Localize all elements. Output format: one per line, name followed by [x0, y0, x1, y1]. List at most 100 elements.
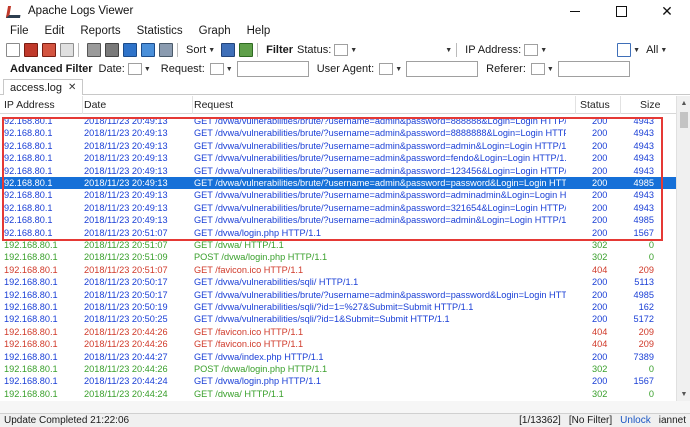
column-header-size[interactable]: Size [640, 96, 660, 114]
cell-ip: 192.168.80.1 [4, 314, 58, 325]
user-agent-filter-select[interactable]: ▼ [379, 62, 402, 76]
column-divider[interactable] [575, 96, 576, 114]
date-filter-box[interactable] [127, 63, 142, 75]
close-icon[interactable]: ✕ [68, 82, 76, 93]
print-icon[interactable] [60, 43, 74, 57]
refresh-icon[interactable] [123, 43, 137, 57]
menu-help[interactable]: Help [239, 22, 279, 41]
date-filter-select[interactable]: ▼ [127, 62, 151, 76]
ip-filter-box[interactable] [524, 44, 539, 56]
table-row[interactable]: 192.168.80.1 2018/11/23 20:50:17 GET /dvwa… [0, 276, 676, 288]
scroll-down-icon[interactable]: ▼ [677, 387, 690, 401]
table-row[interactable]: 192.168.80.1 2018/11/23 20:44:24 GET /dvwa… [0, 375, 676, 387]
table-row[interactable]: 192.168.80.1 2018/11/23 20:44:26 POST /dvw… [0, 363, 676, 375]
delete-icon[interactable] [42, 43, 56, 57]
chevron-down-icon[interactable]: ▼ [208, 47, 215, 54]
chevron-down-icon[interactable]: ▼ [144, 66, 151, 73]
request-filter-select[interactable]: ▼ [209, 62, 233, 76]
menu-file[interactable]: File [0, 22, 37, 41]
table-row[interactable]: 192.168.80.1 2018/11/23 20:44:24 GET /dvwa… [0, 388, 676, 400]
column-header-status[interactable]: Status [580, 96, 610, 114]
cell-size: 4985 [633, 215, 654, 226]
scrollbar-thumb[interactable] [680, 112, 688, 128]
column-header-date[interactable]: Date [84, 96, 106, 114]
user-agent-filter-label: User Agent: [316, 63, 375, 75]
chevron-down-icon[interactable]: ▼ [350, 47, 357, 54]
cell-status: 200 [592, 302, 608, 312]
unlock-link[interactable]: Unlock [620, 414, 651, 427]
table-row[interactable]: 92.168.80.1 2018/11/23 20:49:13 GET /dvwa/… [0, 127, 676, 139]
minimize-button[interactable] [552, 0, 598, 22]
tab-access-log[interactable]: access.log ✕ [3, 79, 84, 95]
table-row[interactable]: 92.168.80.1 2018/11/23 20:49:13 GET /dvwa/… [0, 214, 676, 226]
table-row[interactable]: 192.168.80.1 2018/11/23 20:51:09 POST /dvw… [0, 251, 676, 263]
export-icon[interactable] [159, 43, 173, 57]
table-row[interactable]: 92.168.80.1 2018/11/23 20:49:13 GET /dvwa/… [0, 165, 676, 177]
chevron-down-icon[interactable]: ▼ [660, 47, 667, 54]
chevron-down-icon[interactable]: ▼ [445, 47, 452, 54]
cell-status: 302 [592, 388, 608, 399]
column-divider[interactable] [620, 96, 621, 114]
table-row[interactable]: 192.168.80.1 2018/11/23 20:50:17 GET /dvwa… [0, 289, 676, 301]
table-row[interactable]: 92.168.80.1 2018/11/23 20:49:13 GET /dvwa/… [0, 202, 676, 214]
request-filter-input[interactable] [236, 61, 309, 77]
scroll-up-icon[interactable]: ▲ [677, 96, 690, 110]
cell-date: 2018/11/23 20:50:17 [84, 277, 168, 288]
table-row[interactable]: 92.168.80.1 2018/11/23 20:49:13 GET /dvwa/… [0, 152, 676, 164]
table-row[interactable]: 92.168.80.1 2018/11/23 20:51:07 GET /dvwa/… [0, 227, 676, 239]
column-divider[interactable] [192, 96, 193, 114]
cell-date: 2018/11/23 20:50:17 [84, 289, 168, 300]
cell-request: GET /dvwa/ HTTP/1.1 [194, 388, 284, 399]
chevron-down-icon[interactable]: ▼ [226, 66, 233, 73]
settings-icon[interactable] [87, 43, 101, 57]
chevron-down-icon[interactable]: ▼ [395, 66, 402, 73]
copy-icon[interactable] [141, 43, 155, 57]
filter-label: Filter [266, 44, 294, 56]
column-divider[interactable] [82, 96, 83, 114]
open-file-icon[interactable] [6, 43, 20, 57]
ip-filter-select[interactable]: ▼ [524, 43, 547, 57]
table-row[interactable]: 92.168.80.1 2018/11/23 20:49:13 GET /dvwa/… [0, 115, 676, 127]
menu-statistics[interactable]: Statistics [129, 22, 191, 41]
user-agent-filter-input[interactable] [406, 61, 479, 77]
request-filter-box[interactable] [209, 63, 224, 75]
user-agent-filter-box[interactable] [379, 63, 394, 75]
table-row[interactable]: 192.168.80.1 2018/11/23 20:51:07 GET /dvwa… [0, 239, 676, 251]
maximize-button[interactable] [598, 0, 644, 22]
cell-request: GET /dvwa/login.php HTTP/1.1 [194, 227, 321, 238]
referer-filter-box[interactable] [530, 63, 545, 75]
status-filter-box[interactable] [334, 44, 349, 56]
cell-ip: 92.168.80.1 [4, 202, 53, 213]
referer-filter-input[interactable] [557, 61, 630, 77]
menu-edit[interactable]: Edit [37, 22, 73, 41]
menu-graph[interactable]: Graph [191, 22, 239, 41]
status-filter-select[interactable]: ▼ [334, 43, 357, 57]
sort-label[interactable]: Sort [186, 44, 206, 56]
chevron-down-icon[interactable]: ▼ [547, 66, 554, 73]
tools-icon[interactable] [105, 43, 119, 57]
referer-filter-select[interactable]: ▼ [530, 62, 554, 76]
table-row[interactable]: 192.168.80.1 2018/11/23 20:44:27 GET /dvwa… [0, 351, 676, 363]
chevron-down-icon[interactable]: ▼ [633, 47, 640, 54]
table-row[interactable]: 192.168.80.1 2018/11/23 20:50:19 GET /dvwa… [0, 301, 676, 313]
table-row[interactable]: 192.168.80.1 2018/11/23 20:44:26 GET /favi… [0, 338, 676, 350]
bar-chart-icon[interactable] [221, 43, 236, 57]
save-icon[interactable] [24, 43, 38, 57]
table-row[interactable]: 192.168.80.1 2018/11/23 20:50:25 GET /dvwa… [0, 313, 676, 325]
all-select-label[interactable]: All [646, 44, 658, 56]
table-row[interactable]: 92.168.80.1 2018/11/23 20:49:13 GET /dvwa/… [0, 177, 676, 190]
table-row[interactable]: 92.168.80.1 2018/11/23 20:49:13 GET /dvwa/… [0, 140, 676, 152]
horizontal-scrollbar[interactable] [0, 401, 690, 413]
chevron-down-icon[interactable]: ▼ [540, 47, 547, 54]
cell-status: 200 [592, 140, 608, 151]
table-row[interactable]: 192.168.80.1 2018/11/23 20:51:07 GET /favi… [0, 264, 676, 276]
vertical-scrollbar[interactable]: ▲ ▼ [676, 96, 690, 401]
menu-reports[interactable]: Reports [72, 22, 128, 41]
column-header-request[interactable]: Request [194, 96, 233, 114]
chart-icon[interactable] [239, 43, 254, 57]
column-header-ip[interactable]: IP Address [4, 96, 55, 114]
close-button[interactable]: ✕ [644, 0, 690, 22]
table-row[interactable]: 92.168.80.1 2018/11/23 20:49:13 GET /dvwa/… [0, 189, 676, 201]
list-view-icon[interactable] [617, 43, 632, 57]
table-row[interactable]: 192.168.80.1 2018/11/23 20:44:26 GET /favi… [0, 326, 676, 338]
